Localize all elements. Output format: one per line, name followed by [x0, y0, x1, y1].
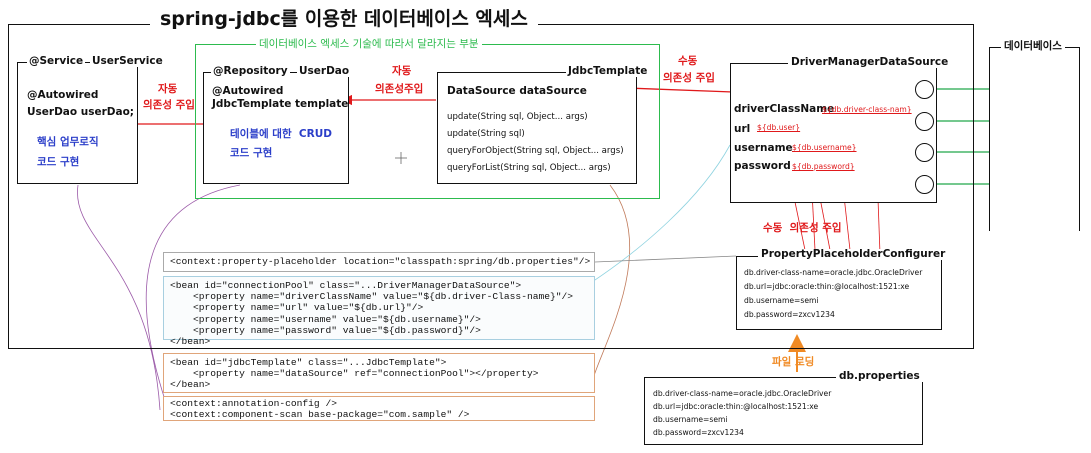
property-line: db.driver-class-name=oracle.jdbc.OracleD… [653, 389, 832, 398]
datasource-class-name: DriverManagerDataSource [788, 57, 952, 68]
xml-annotation-config: <context:annotation-config /> <context:c… [163, 396, 595, 421]
dao-class-name: UserDao [297, 65, 352, 77]
label-auto-di-2b: 의존성주입 [375, 83, 424, 95]
template-method: queryForList(String sql, Object... args) [447, 163, 611, 173]
label-manual-di-2: 수동 의존성 주입 [763, 222, 842, 234]
xml-property-placeholder: <context:property-placeholder location="… [163, 252, 595, 272]
xml-jdbc-template-bean: <bean id="jdbcTemplate" class="...JdbcTe… [163, 353, 595, 393]
config-line: db.url=jdbc:oracle:thin:@localhost:1521:… [744, 282, 910, 291]
xml-connection-pool-bean: <bean id="connectionPool" class="...Driv… [163, 276, 595, 347]
service-annotation: @Autowired [27, 89, 99, 101]
database-label: 데이터베이스 [1001, 41, 1065, 52]
prop-expr: ${db.password} [792, 162, 855, 171]
label-auto-di-2a: 자동 [392, 65, 412, 77]
template-method: update(String sql) [447, 129, 525, 139]
connection-circle-icon [915, 143, 934, 162]
db-properties-title: db.properties [836, 371, 923, 382]
dao-stereotype: @Repository [211, 65, 290, 77]
template-method: queryForObject(String sql, Object... arg… [447, 146, 624, 156]
jdbc-template-class-name: JdbcTemplate [566, 65, 650, 77]
service-class-name: UserService [90, 55, 165, 67]
prop-expr: ${db.username} [792, 143, 857, 152]
template-method: update(String sql, Object... args) [447, 112, 588, 122]
dao-annotation: @Autowired [212, 85, 284, 97]
database-box [989, 47, 1080, 231]
label-manual-di-1b: 의존성 주입 [663, 72, 715, 84]
dao-field: JdbcTemplate template [212, 98, 349, 110]
prop-name: username [734, 142, 793, 154]
placeholder-configurer-title: PropertyPlaceholderConfigurer [758, 249, 949, 260]
service-stereotype: @Service [27, 55, 86, 67]
connection-circle-icon [915, 112, 934, 131]
config-line: db.username=semi [744, 296, 819, 305]
prop-expr: ${db.user} [757, 123, 801, 132]
label-auto-di-1b: 의존성 주입 [143, 99, 195, 111]
prop-name: driverClassName [734, 103, 835, 115]
prop-name: url [734, 123, 751, 135]
prop-expr: ${db.driver-class-nam} [822, 105, 912, 114]
prop-name: password [734, 160, 791, 172]
property-line: db.url=jdbc:oracle:thin:@localhost:1521:… [653, 402, 819, 411]
property-line: db.password=zxcv1234 [653, 428, 744, 437]
jdbc-template-field: DataSource dataSource [447, 85, 587, 97]
service-field: UserDao userDao; [27, 106, 134, 118]
property-line: db.username=semi [653, 415, 728, 424]
config-line: db.driver-class-name=oracle.jdbc.OracleD… [744, 268, 923, 277]
service-note-1: 핵심 업무로직 [37, 136, 99, 148]
connection-circle-icon [915, 175, 934, 194]
connection-circle-icon [915, 80, 934, 99]
datasource-box [730, 63, 937, 203]
main-title: spring-jdbc를 이용한 데이터베이스 엑세스 [150, 10, 538, 29]
dao-note-2: 코드 구현 [230, 147, 273, 159]
label-manual-di-1a: 수동 [678, 55, 698, 67]
green-group-label: 데이터베이스 엑세스 기술에 따라서 달라지는 부분 [256, 39, 482, 50]
service-note-2: 코드 구현 [37, 156, 80, 168]
config-line: db.password=zxcv1234 [744, 310, 835, 319]
dao-note-1: 테이블에 대한 CRUD [230, 128, 332, 140]
label-auto-di-1a: 자동 [158, 83, 178, 95]
label-file-loading: 파일 로딩 [772, 356, 815, 368]
